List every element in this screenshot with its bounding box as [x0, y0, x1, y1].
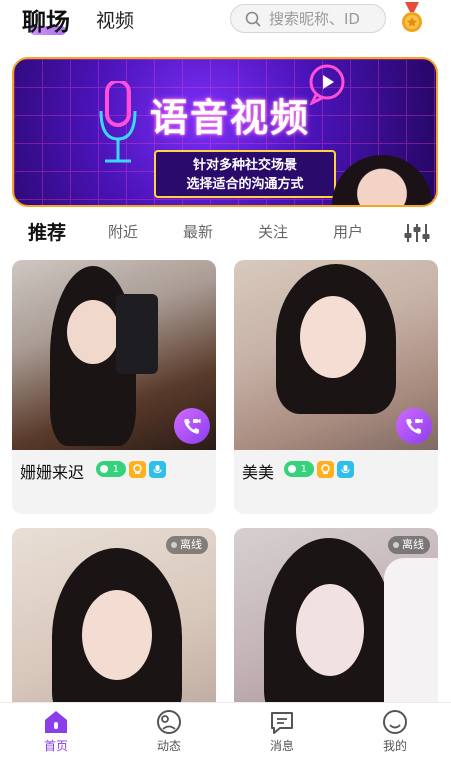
nav-moments[interactable]: 动态: [139, 709, 199, 754]
video-call-icon: [184, 418, 201, 434]
nav-moments-label: 动态: [156, 739, 181, 753]
voice-badge-icon: [337, 461, 354, 478]
nav-messages[interactable]: 消息: [252, 709, 312, 754]
top-header: 聊场 视频: [0, 0, 451, 46]
filter-tab-following[interactable]: 关注: [258, 221, 288, 242]
bottom-nav: 首页 动态 消息 我的: [0, 702, 451, 764]
search-bar[interactable]: [230, 4, 386, 33]
video-badge-icon: [129, 461, 146, 478]
profile-icon: [383, 710, 407, 734]
filter-tab-nearby[interactable]: 附近: [108, 221, 138, 242]
app-root: 聊场 视频 语音视频 针: [0, 0, 451, 764]
video-call-icon: [406, 418, 423, 434]
filter-tab-users[interactable]: 用户: [333, 221, 363, 242]
offline-badge: 离线: [166, 536, 208, 554]
filter-sliders-icon[interactable]: [403, 222, 431, 244]
message-icon: [271, 712, 293, 734]
nav-profile-label: 我的: [382, 739, 407, 753]
nav-profile[interactable]: 我的: [365, 709, 425, 754]
nav-home-label: 首页: [43, 739, 68, 753]
promo-banner[interactable]: 语音视频 针对多种社交场景 选择适合的沟通方式: [12, 57, 438, 207]
filter-tab-recommend[interactable]: 推荐: [28, 218, 66, 245]
video-badge-icon: [317, 461, 334, 478]
level-badge: 1: [284, 461, 314, 477]
tab-video[interactable]: 视频: [96, 6, 134, 33]
user-name: 姗姗来迟: [20, 463, 85, 482]
level-badge: 1: [96, 461, 126, 477]
user-badges: 1: [96, 461, 166, 478]
banner-subtitle-1: 针对多种社交场景: [192, 158, 297, 173]
video-call-button[interactable]: [174, 408, 210, 444]
user-name: 美美: [242, 463, 275, 482]
medal-icon[interactable]: [399, 2, 425, 34]
banner-subtitle-2: 选择适合的沟通方式: [186, 177, 304, 192]
banner-title: 语音视频: [150, 96, 311, 140]
search-icon: [245, 11, 261, 26]
offline-badge: 离线: [388, 536, 430, 554]
nav-messages-label: 消息: [269, 739, 294, 753]
user-badges: 1: [284, 461, 354, 478]
play-bubble-icon: [309, 64, 345, 105]
user-card[interactable]: 姗姗来迟 1: [12, 260, 216, 514]
home-icon: [45, 711, 67, 733]
video-call-button[interactable]: [396, 408, 432, 444]
voice-badge-icon: [149, 461, 166, 478]
tab-chat-square[interactable]: 聊场: [22, 2, 70, 37]
search-input[interactable]: [269, 9, 379, 28]
microphone-icon: [99, 81, 137, 163]
filter-tab-latest[interactable]: 最新: [183, 221, 213, 242]
nav-home[interactable]: 首页: [26, 709, 86, 754]
user-card[interactable]: 美美 1: [234, 260, 438, 514]
filter-tabs: 推荐 附近 最新 关注 用户: [0, 213, 451, 249]
moments-icon: [157, 710, 181, 734]
